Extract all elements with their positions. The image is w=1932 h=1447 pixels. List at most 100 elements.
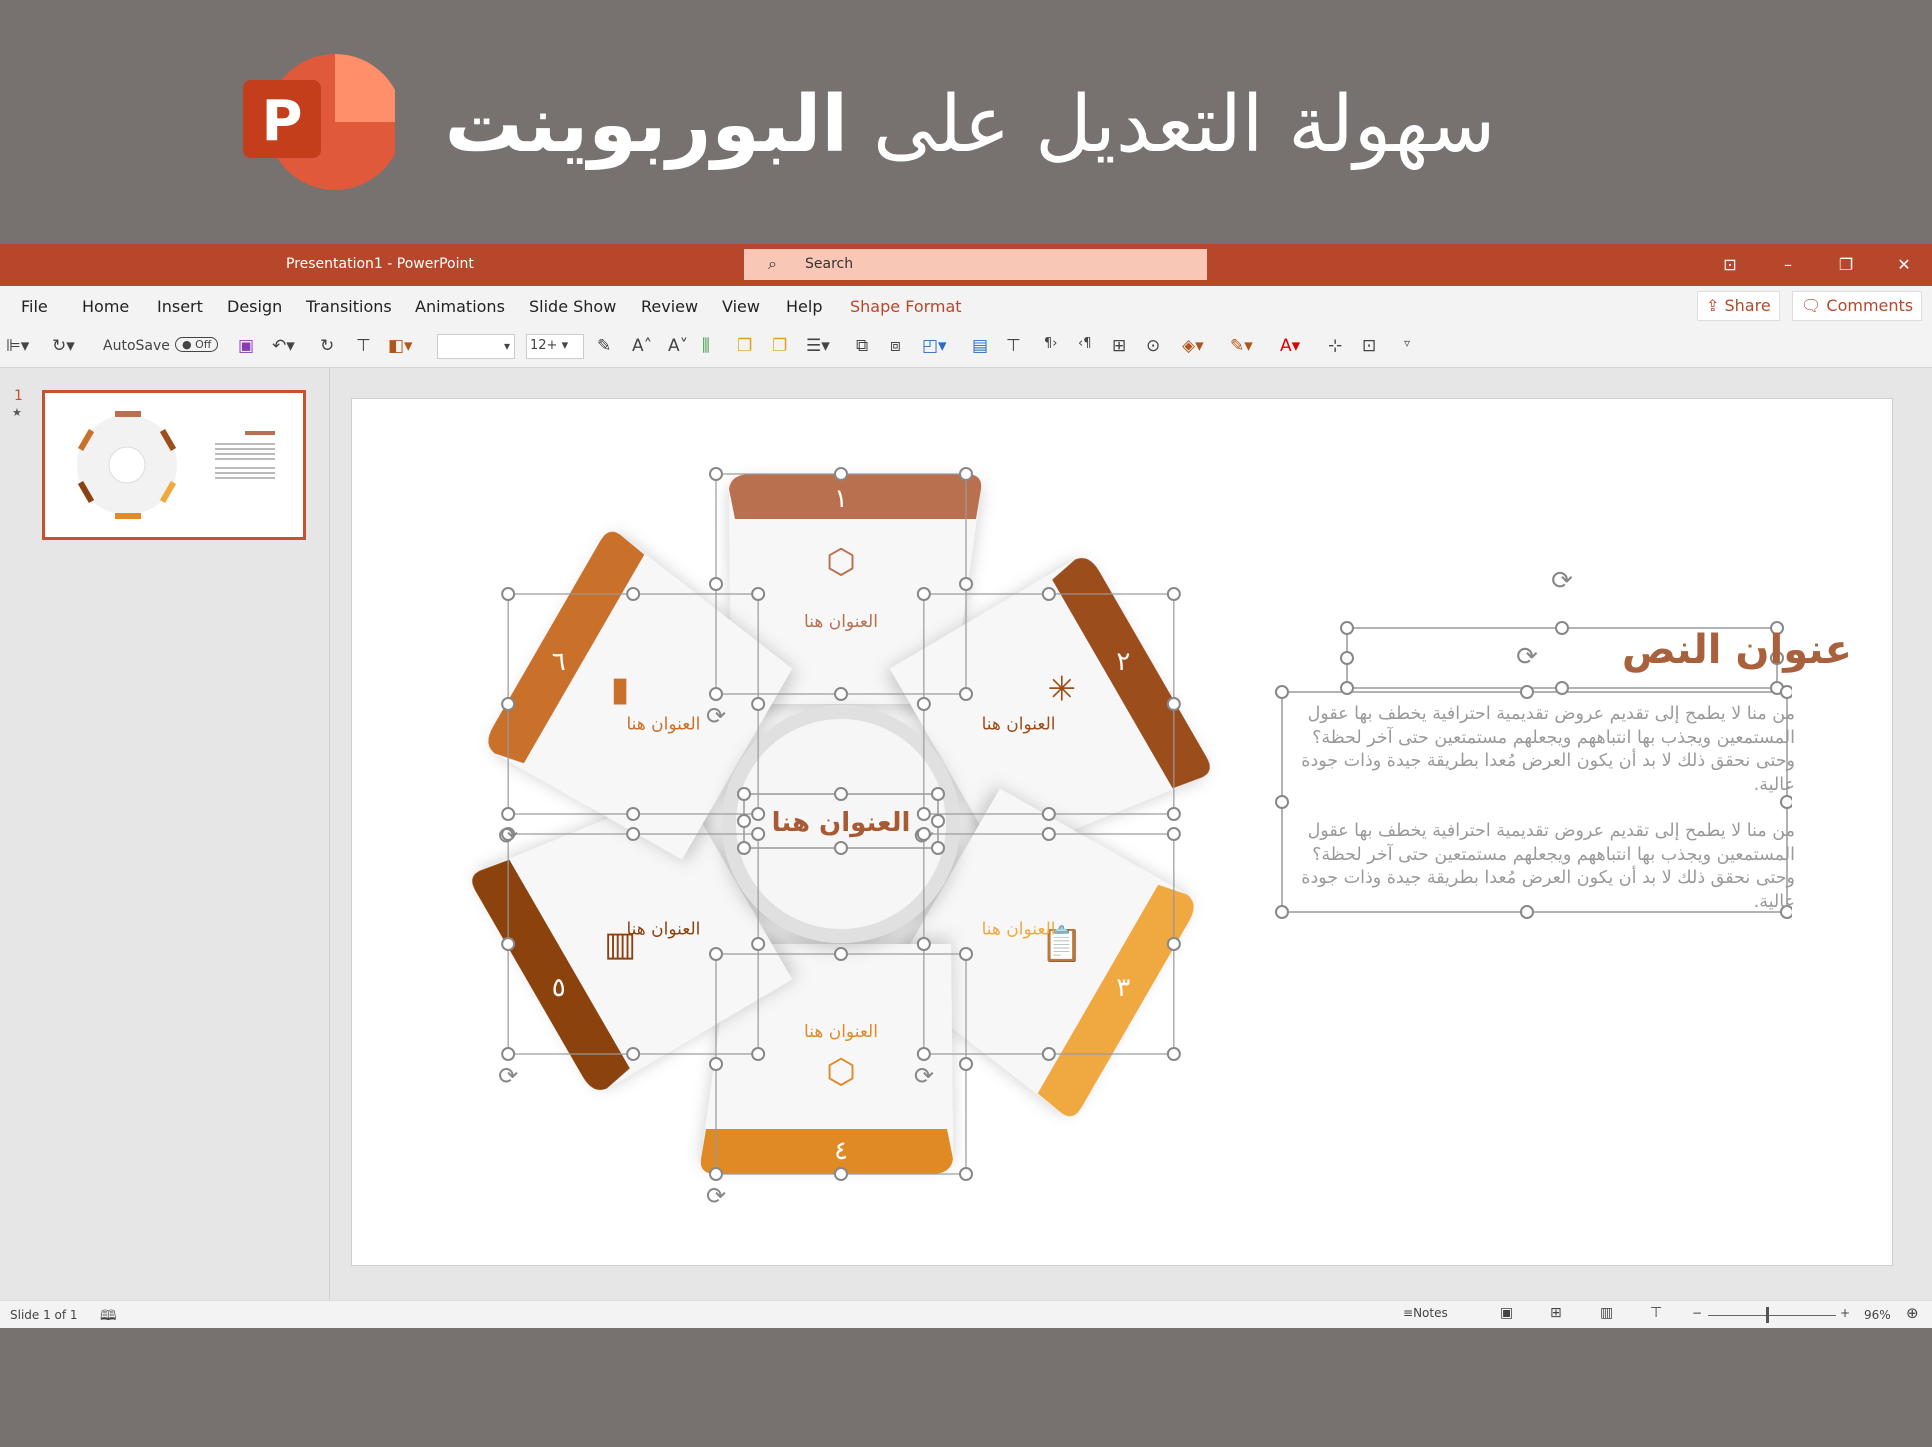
share-icon: ⇪ xyxy=(1706,296,1725,315)
align-center-icon[interactable]: ⫼ xyxy=(702,336,710,356)
tab-transitions[interactable]: Transitions xyxy=(306,297,392,316)
segment-label[interactable]: العنوان هنا xyxy=(982,920,1056,940)
segment-number: ٣ xyxy=(1116,973,1130,1003)
autosave-toggle[interactable]: ● Off xyxy=(175,337,219,352)
presenter-icon[interactable]: ⊤ xyxy=(356,336,371,356)
increase-font-icon[interactable]: A˄ xyxy=(632,336,652,356)
outline-color-icon[interactable]: ✎▾ xyxy=(1230,336,1253,356)
ribbon-display-icon[interactable]: ⊡ xyxy=(1702,244,1758,286)
bring-forward-icon[interactable]: ❐ xyxy=(737,336,752,356)
tab-animations[interactable]: Animations xyxy=(415,297,505,316)
tab-design[interactable]: Design xyxy=(227,297,282,316)
thumbnail-preview xyxy=(77,411,275,519)
group-icon[interactable]: ⧉ xyxy=(856,336,868,356)
font-size-select[interactable]: 12+ ▾ xyxy=(526,334,584,359)
bottom-backdrop xyxy=(0,1328,1932,1447)
font-name-select[interactable]: ▾ xyxy=(437,334,515,359)
status-bar: Slide 1 of 1 🕮 ≡Notes ▣ ⊞ ▥ ⊤ − + 96% ⊕ xyxy=(0,1300,1932,1328)
rotate-handle-icon: ⟳ xyxy=(498,1062,518,1090)
reading-view-icon[interactable]: ▥ xyxy=(1600,1305,1613,1321)
autosave-label: AutoSave xyxy=(103,338,170,354)
slide-thumbnail-1[interactable] xyxy=(42,390,306,540)
search-icon: ⌕ xyxy=(768,254,777,273)
slide-sorter-icon[interactable]: ⊞ xyxy=(1550,1305,1562,1321)
minimize-button[interactable]: – xyxy=(1760,244,1816,286)
ltr-icon[interactable]: ¶› xyxy=(1044,336,1057,351)
segment-color-band xyxy=(700,1129,953,1174)
slideshow-view-icon[interactable]: ⊤ xyxy=(1650,1305,1662,1321)
animation-star-icon: ★ xyxy=(12,406,22,419)
segment-label[interactable]: العنوان هنا xyxy=(627,715,701,735)
tab-view[interactable]: View xyxy=(722,297,760,316)
undo-icon[interactable]: ↶▾ xyxy=(272,336,295,356)
text-title[interactable]: عنوان النص xyxy=(1412,627,1852,687)
save-icon[interactable]: ▣ xyxy=(238,336,254,356)
align-icon[interactable]: ⊫▾ xyxy=(6,336,29,356)
restore-button[interactable]: ❐ xyxy=(1818,244,1874,286)
segment-number: ٢ xyxy=(1116,647,1130,677)
segment-number: ٦ xyxy=(552,647,566,677)
segment-color-band xyxy=(729,474,982,519)
svg-text:P: P xyxy=(261,89,302,154)
share-button[interactable]: ⇪ Share xyxy=(1697,291,1780,321)
font-color-icon[interactable]: A▾ xyxy=(1280,336,1300,356)
customize-toolbar-icon[interactable]: ▿ xyxy=(1404,336,1410,350)
center-label[interactable]: العنوان هنا xyxy=(772,808,911,838)
zoom-out-button[interactable]: − xyxy=(1692,1306,1702,1320)
zoom-slider[interactable] xyxy=(1708,1315,1836,1316)
tab-help[interactable]: Help xyxy=(786,297,822,316)
slide-canvas[interactable]: ١ ⬡ العنوان هنا ٢ ✳ العنوان هنا ٣ 📋 العنوان هنا ٤… xyxy=(351,398,1893,1266)
tab-review[interactable]: Review xyxy=(641,297,698,316)
repeat-icon[interactable]: ↻ xyxy=(320,336,334,356)
rtl-icon[interactable]: ‹¶ xyxy=(1078,336,1091,351)
thumbnail-number: 1 xyxy=(14,388,23,404)
segment-label[interactable]: العنوان هنا xyxy=(804,1022,878,1042)
accessibility-icon[interactable]: 🕮 xyxy=(100,1305,117,1329)
segment-label[interactable]: العنوان هنا xyxy=(804,612,878,632)
send-backward-icon[interactable]: ❐ xyxy=(772,336,787,356)
tab-file[interactable]: File xyxy=(21,297,48,316)
notes-label: Notes xyxy=(1413,1306,1448,1320)
zoom-level[interactable]: 96% xyxy=(1864,1308,1891,1322)
arrange-icon[interactable]: ⧈ xyxy=(890,336,901,356)
zoom-slider-thumb[interactable] xyxy=(1766,1307,1769,1323)
search-box[interactable]: ⌕ Search xyxy=(744,249,1207,280)
comment-icon: 🗨 xyxy=(1801,296,1827,315)
tab-insert[interactable]: Insert xyxy=(157,297,203,316)
rotate-handle-icon: ⟳ xyxy=(1551,566,1573,596)
comments-button[interactable]: 🗨 Comments xyxy=(1792,291,1923,321)
segment-label[interactable]: العنوان هنا xyxy=(627,920,701,940)
notes-button[interactable]: ≡Notes xyxy=(1403,1306,1448,1320)
segment-label[interactable]: العنوان هنا xyxy=(982,715,1056,735)
headline-bold: البوربوينت xyxy=(444,80,849,170)
paragraph-2[interactable]: من منا لا يطمح إلى تقديم عروض تقديمية اح… xyxy=(1292,820,1795,914)
close-button[interactable]: ✕ xyxy=(1876,244,1932,286)
fill-color-icon[interactable]: ◈▾ xyxy=(1182,336,1204,356)
slide-show-icon[interactable]: ⊤ xyxy=(1006,336,1021,356)
tab-slide-show[interactable]: Slide Show xyxy=(529,297,616,316)
text-box-icon[interactable]: ▤ xyxy=(972,336,988,356)
rotate-handle-icon: ⟳ xyxy=(498,822,518,850)
crop-icon[interactable]: ⊡ xyxy=(1362,336,1376,356)
redo-format-icon[interactable]: ↻▾ xyxy=(52,336,75,356)
normal-view-icon[interactable]: ▣ xyxy=(1500,1305,1513,1321)
slide-count: Slide 1 of 1 xyxy=(10,1308,78,1322)
distribute-icon[interactable]: ⊹ xyxy=(1328,336,1342,356)
headline-light: سهولة التعديل على xyxy=(872,80,1496,170)
zoom-in-button[interactable]: + xyxy=(1840,1306,1850,1320)
shapes-icon[interactable]: ◰▾ xyxy=(922,336,947,356)
quick-access-toolbar: ⊫▾ ↻▾ AutoSave ● Off ▣ ↶▾ ↻ ⊤ ◧▾ ▾ 12+ ▾… xyxy=(0,326,1932,368)
format-painter-icon[interactable]: ✎ xyxy=(597,336,611,356)
fit-slide-icon[interactable]: ⊕ xyxy=(1906,1304,1919,1322)
ribbon-tabs: File Home Insert Design Transitions Anim… xyxy=(0,286,1932,326)
zoom-icon[interactable]: ⊙ xyxy=(1146,336,1160,356)
tab-shape-format[interactable]: Shape Format xyxy=(850,297,962,316)
notes-icon: ≡ xyxy=(1403,1306,1414,1320)
comments-label: Comments xyxy=(1826,296,1914,315)
shape-fill-icon[interactable]: ◧▾ xyxy=(388,336,413,356)
bullets-icon[interactable]: ☰▾ xyxy=(806,336,830,356)
picture-icon[interactable]: ⊞ xyxy=(1112,336,1126,356)
tab-home[interactable]: Home xyxy=(82,297,129,316)
paragraph-1[interactable]: من منا لا يطمح إلى تقديم عروض تقديمية اح… xyxy=(1292,703,1795,797)
decrease-font-icon[interactable]: A˅ xyxy=(668,336,688,356)
